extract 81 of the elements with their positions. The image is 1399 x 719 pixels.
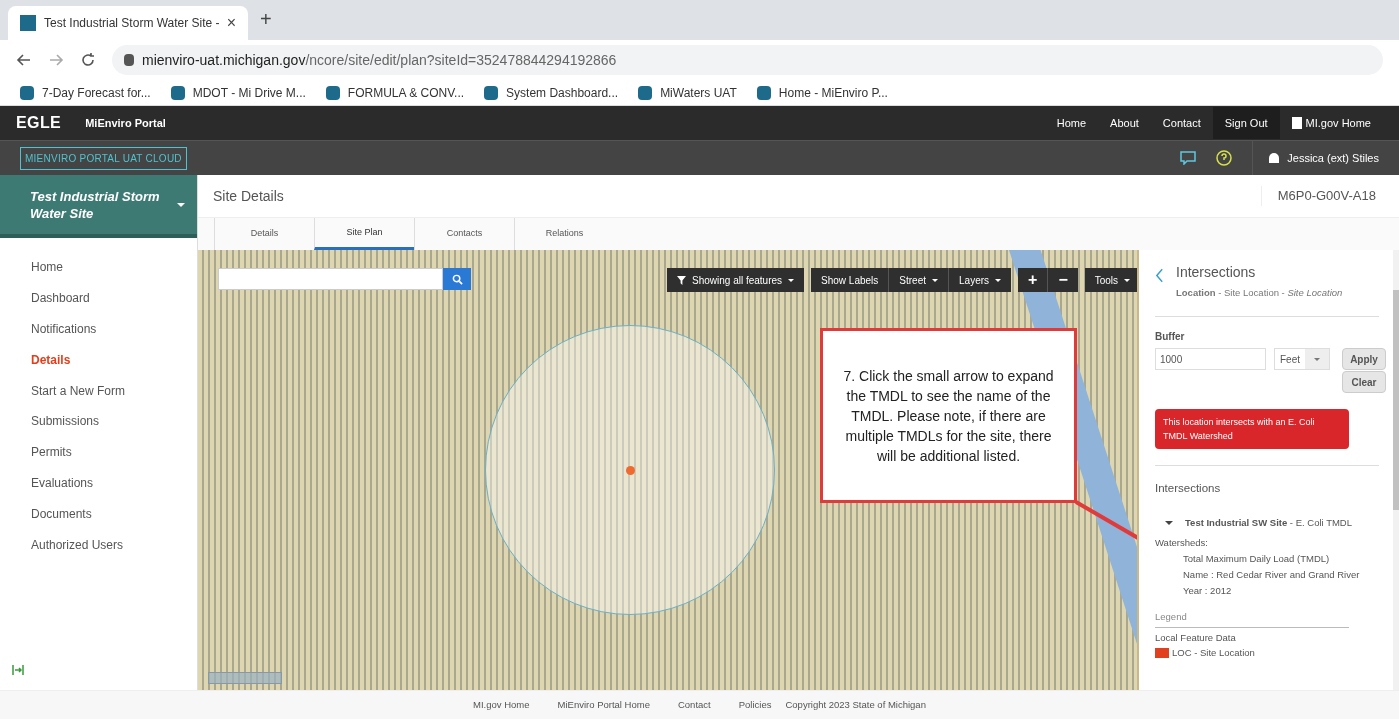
back-icon [1155,268,1164,283]
zoom-in-button[interactable]: + [1018,268,1049,292]
reload-icon[interactable] [80,52,96,68]
bookmark-link[interactable]: Home - MiEnviro P... [756,83,888,102]
site-id: M6P0-G00V-A18 [1260,186,1384,206]
expand-toggle[interactable] [1165,519,1173,526]
map-search-field[interactable] [218,268,443,290]
footer-link[interactable]: Policies [738,697,772,713]
search-button[interactable] [443,268,471,290]
help-icon[interactable] [1216,150,1233,166]
user-menu[interactable]: Jessica (ext) Stiles [1252,141,1379,175]
footer-link[interactable]: MI.gov Home [473,697,530,713]
portal-name[interactable]: MiEnviro Portal [85,114,166,132]
zoom-out-button[interactable]: − [1048,268,1078,292]
sidebar-item[interactable]: Start a New Form [31,375,197,406]
environment-badge: MIENVIRO PORTAL UAT CLOUD [20,146,187,170]
sidebar-item[interactable]: Evaluations [31,467,197,499]
apply-button[interactable]: Apply [1342,348,1386,371]
legend-heading: Legend [1155,610,1349,629]
bookmark-link[interactable]: MiWaters UAT [638,83,737,102]
legend-group: Local Feature Data [1155,631,1379,646]
back-button[interactable] [1155,268,1164,283]
watershed-detail: Year : 2012 [1182,584,1233,598]
page-title: Site Details [213,186,284,206]
tab-title: Test Industrial Storm Water Site - [44,15,219,32]
new-tab-button[interactable]: + [260,4,272,34]
close-tab-button[interactable]: × [226,11,236,35]
sidebar-item[interactable]: Documents [31,498,197,530]
sidebar-item[interactable]: Home [31,252,197,283]
bookmark-link[interactable]: System Dashboard... [484,83,619,102]
url-text: mienviro-uat.michigan.gov/ncore/site/edit/plan?siteId=352478844294192866 [142,50,617,70]
egle-logo[interactable]: EGLE [16,111,62,135]
header-link[interactable]: Sign Out [1212,106,1280,140]
section-heading: Intersections [1155,481,1222,497]
collapse-icon[interactable] [12,664,24,676]
instruction-callout: 7. Click the small arrow to expand the TMDL to see the name of the TMDL. Please note, if there are multiple TMDLs for the site, there will be additional listed. [820,328,1077,503]
alert-banner: This location intersects with an E. Coli TMDL Watershed [1155,409,1349,450]
header-link[interactable]: About [1098,106,1151,140]
site-selector[interactable]: Test Industrial Storm Water Site [0,175,197,238]
address-bar[interactable]: mienviro-uat.michigan.gov/ncore/site/edit/plan?siteId=352478844294192866 [112,45,1383,75]
copyright-text: Copyright 2023 State of Michigan [785,697,926,712]
browser-tab[interactable]: Test Industrial Storm Water Site - × [8,6,248,40]
bookmark-link[interactable]: 7-Day Forecast for... [20,83,151,102]
watershed-detail: Total Maximum Daily Load (TMDL) [1182,552,1331,566]
header-link[interactable]: Contact [1150,106,1213,140]
header-link[interactable]: MI.gov Home [1279,106,1383,140]
field-label: Buffer [1155,330,1186,345]
user-icon [1269,153,1280,163]
forward-icon[interactable] [48,52,64,68]
watershed-detail: Name : Red Cedar River and Grand River [1182,568,1361,582]
favicon-icon [20,15,36,31]
sidebar-item[interactable]: Details [31,344,197,376]
header-link[interactable]: Home [1044,106,1099,140]
tools-dropdown[interactable]: Tools [1084,268,1137,292]
sidebar-item[interactable]: Dashboard [31,282,197,314]
panel-title: Intersections [1176,263,1257,282]
footer-link[interactable]: Contact [677,697,711,713]
filter-button[interactable]: Showing all features [667,268,805,292]
bookmark-link[interactable]: MDOT - Mi Drive M... [170,83,306,102]
site-location-marker [626,466,635,475]
watersheds-label: Watersheds: [1155,535,1209,550]
sidebar-item[interactable]: Permits [31,436,197,468]
footer-link[interactable]: MiEnviro Portal Home [557,697,650,713]
bookmark-link[interactable]: FORMULA & CONV... [325,83,465,102]
intersection-title: Test Industrial SW Site - E. Coli TMDL [1185,515,1352,530]
back-icon[interactable] [16,52,32,68]
unit-dropdown[interactable]: Feet [1274,348,1330,371]
clear-button[interactable]: Clear [1342,371,1386,394]
sidebar-item[interactable]: Authorized Users [31,529,197,560]
sidebar-item[interactable]: Notifications [31,313,197,345]
layers-dropdown[interactable]: Layers [949,268,1012,292]
basemap-dropdown[interactable]: Street [889,268,949,292]
chat-icon[interactable] [1180,151,1197,165]
legend-label: LOC - Site Location [1172,645,1255,660]
filter-icon [677,275,686,285]
show-labels-button[interactable]: Show Labels [811,268,890,292]
scrollbar-thumb[interactable] [1393,290,1399,510]
panel-subtitle: Location - Site Location - Site Location [1176,286,1343,300]
buffer-input[interactable]: 1000 [1155,348,1266,371]
sidebar-item[interactable]: Submissions [31,406,197,437]
search-icon [451,273,463,285]
